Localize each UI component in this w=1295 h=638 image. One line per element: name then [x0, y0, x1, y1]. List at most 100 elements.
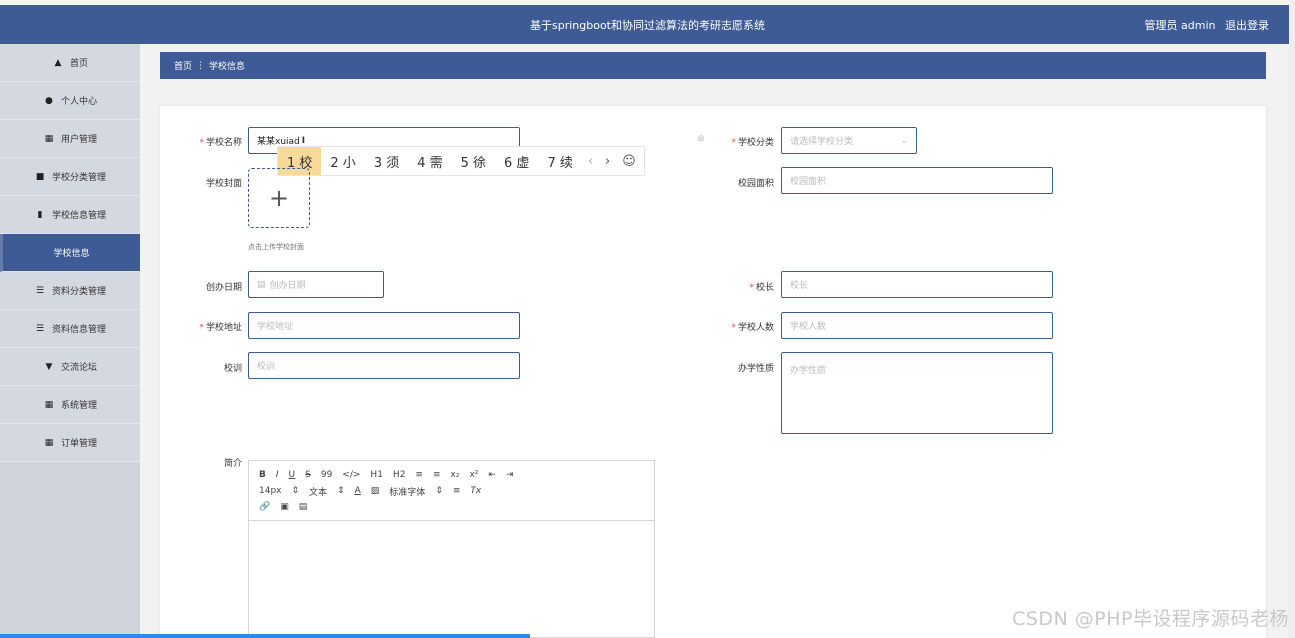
sidebar-item-school-info[interactable]: 学校信息: [0, 234, 140, 272]
font-color-icon[interactable]: A: [355, 486, 361, 496]
forum-icon: ▼: [45, 361, 53, 372]
font-size-select[interactable]: 14px: [259, 486, 282, 496]
calendar-icon: ▤: [257, 279, 266, 290]
founded-date-label: 创办日期: [205, 283, 242, 293]
home-icon: ▲: [54, 57, 62, 68]
school-name-label: * 学校名称: [199, 138, 242, 148]
bullet-list-icon[interactable]: ≡: [433, 470, 441, 480]
heading1-icon[interactable]: H1: [370, 470, 383, 480]
sidebar-item-orders[interactable]: ▦ 订单管理: [0, 424, 140, 462]
page-scrollbar[interactable]: [1289, 0, 1295, 638]
ime-candidate-bar: 1 校 2 小 3 须 4 需 5 徐 6 虚 7 续 ‹ › ☺: [277, 146, 645, 176]
ime-candidate[interactable]: 6 虚: [495, 147, 538, 175]
cover-upload-button[interactable]: +: [248, 168, 310, 228]
grid-icon: ▦: [44, 133, 54, 144]
motto-label: 校训: [223, 364, 242, 374]
school-address-input[interactable]: 学校地址: [248, 312, 520, 339]
user-icon: ●: [45, 95, 53, 106]
sidebar-item-users[interactable]: ▦ 用户管理: [0, 120, 140, 158]
align-icon[interactable]: ≡: [453, 486, 461, 496]
cover-upload-hint: 点击上传学校封面: [248, 243, 304, 251]
ime-candidate[interactable]: 4 需: [408, 147, 451, 175]
current-user: 管理员 admin: [1144, 19, 1216, 32]
intro-label: 简介: [223, 459, 242, 469]
grid-icon: ▦: [44, 437, 54, 448]
ime-candidate[interactable]: 7 续: [538, 147, 581, 175]
breadcrumb-current: 学校信息: [209, 62, 246, 72]
breadcrumb-home[interactable]: 首页: [174, 59, 192, 72]
user-area: 管理员 admin 退出登录: [1139, 17, 1269, 33]
sidebar-item-school-info-manage[interactable]: ▮ 学校信息管理: [0, 196, 140, 234]
president-input[interactable]: 校长: [781, 271, 1053, 298]
superscript-icon[interactable]: x²: [469, 470, 478, 480]
chevron-updown-icon: ⇕: [337, 486, 345, 496]
sidebar-item-profile[interactable]: ● 个人中心: [0, 82, 140, 120]
clear-icon[interactable]: ⊗: [697, 134, 705, 144]
indent-icon[interactable]: ⇥: [506, 470, 514, 480]
underline-icon[interactable]: U: [289, 470, 296, 480]
watermark: CSDN @PHP毕设程序源码老杨: [1012, 608, 1289, 630]
emoji-icon[interactable]: ☺: [616, 154, 642, 169]
chevron-updown-icon: ⇕: [435, 486, 443, 496]
school-nature-textarea[interactable]: 办学性质: [781, 352, 1053, 434]
sidebar-item-material-info[interactable]: ☰ 资料信息管理: [0, 310, 140, 348]
founded-date-picker[interactable]: ▤ 创办日期: [248, 271, 384, 298]
chevron-left-icon[interactable]: ‹: [582, 154, 599, 169]
chevron-updown-icon: ⇕: [291, 486, 300, 496]
italic-icon[interactable]: I: [276, 470, 279, 480]
subscript-icon[interactable]: x₂: [451, 470, 460, 480]
code-icon[interactable]: </>: [342, 470, 360, 480]
editor-content-area[interactable]: [249, 521, 654, 637]
logout-button[interactable]: 退出登录: [1225, 19, 1269, 32]
list-icon: ☰: [35, 285, 45, 296]
school-cover-label: 学校封面: [205, 179, 242, 189]
sidebar-item-school-category[interactable]: ■ 学校分类管理: [0, 158, 140, 196]
sidebar-item-material-category[interactable]: ☰ 资料分类管理: [0, 272, 140, 310]
progress-bar: [0, 634, 530, 638]
ticket-icon: ■: [35, 171, 45, 182]
image-icon[interactable]: ▣: [280, 502, 289, 512]
student-count-input[interactable]: 学校人数: [781, 312, 1053, 339]
sidebar-item-home[interactable]: ▲ 首页: [0, 44, 140, 82]
background-color-icon[interactable]: ▨: [371, 486, 380, 496]
chevron-right-icon[interactable]: ›: [599, 154, 616, 169]
motto-input[interactable]: 校训: [248, 352, 520, 379]
school-nature-label: 办学性质: [737, 364, 774, 374]
clear-format-icon[interactable]: Tx: [470, 486, 481, 496]
text-cursor-icon: I: [301, 135, 306, 146]
sidebar: ▲ 首页 ● 个人中心 ▦ 用户管理 ■ 学校分类管理 ▮ 学校信息管理 学校信息 ☰ 资料…: [0, 44, 140, 638]
grid-icon: ▦: [44, 399, 54, 410]
top-bar: 基于springboot和协同过滤算法的考研志愿系统 管理员 admin 退出登…: [0, 5, 1295, 44]
school-address-label: * 学校地址: [199, 323, 242, 333]
rich-text-editor: B I U S 99 </> H1 H2 ≡ ≡ x₂ x² ⇤ ⇥ 14px …: [248, 460, 655, 638]
sidebar-item-forum[interactable]: ▼ 交流论坛: [0, 348, 140, 386]
strike-icon[interactable]: S: [305, 470, 311, 480]
editor-toolbar: B I U S 99 </> H1 H2 ≡ ≡ x₂ x² ⇤ ⇥ 14px …: [249, 461, 654, 521]
list-icon: ☰: [35, 323, 45, 334]
ime-candidate[interactable]: 5 徐: [452, 147, 495, 175]
ime-candidate[interactable]: 2 小: [321, 147, 364, 175]
app-title: 基于springboot和协同过滤算法的考研志愿系统: [529, 19, 765, 32]
chevron-down-icon: ⌄: [900, 135, 908, 146]
ordered-list-icon[interactable]: ≡: [415, 470, 423, 480]
breadcrumb-separator: ⋮: [196, 60, 206, 71]
campus-area-input[interactable]: 校园面积: [781, 167, 1053, 194]
text-style-select[interactable]: 文本: [309, 485, 327, 498]
school-category-label: * 学校分类: [731, 138, 774, 148]
outdent-icon[interactable]: ⇤: [488, 470, 496, 480]
plus-icon: +: [268, 184, 290, 212]
president-label: * 校长: [749, 283, 774, 293]
student-count-label: * 学校人数: [731, 323, 774, 333]
ime-candidate[interactable]: 3 须: [365, 147, 408, 175]
heading2-icon[interactable]: H2: [393, 470, 406, 480]
quote-icon[interactable]: 99: [321, 470, 332, 480]
video-icon[interactable]: ▤: [299, 502, 308, 512]
bold-icon[interactable]: B: [259, 470, 266, 480]
breadcrumb: 首页 ⋮ 学校信息: [160, 52, 1266, 79]
font-family-select[interactable]: 标准字体: [389, 485, 425, 498]
sidebar-item-system[interactable]: ▦ 系统管理: [0, 386, 140, 424]
school-category-select[interactable]: 请选择学校分类 ⌄: [781, 127, 917, 154]
file-icon: ▮: [37, 209, 43, 220]
link-icon[interactable]: 🔗: [259, 502, 270, 512]
campus-area-label: 校园面积: [737, 179, 774, 189]
